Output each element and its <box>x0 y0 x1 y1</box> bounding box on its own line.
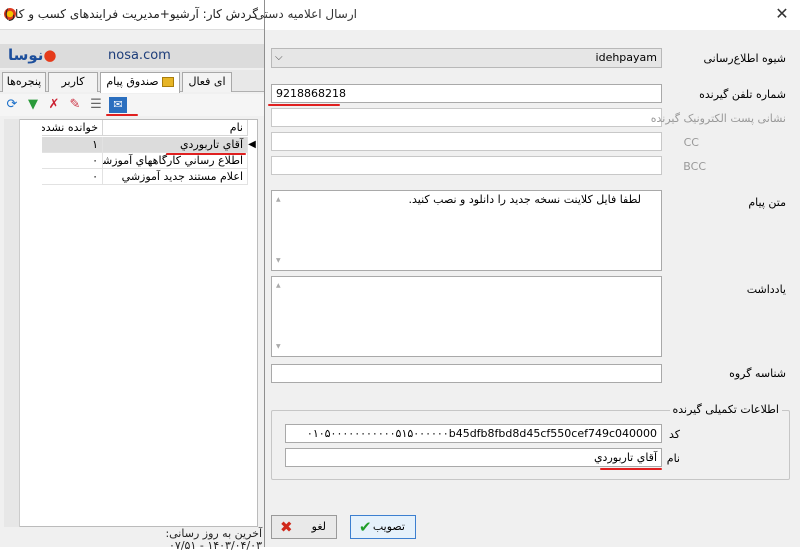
column-header-name[interactable]: نام <box>103 120 248 136</box>
grid-scrollbar[interactable] <box>4 119 20 527</box>
clear-filter-icon[interactable]: ✗ <box>46 97 62 113</box>
filter-icon[interactable]: ▼ <box>25 97 41 113</box>
grid-cell-name[interactable]: اطلاع رساني كارگاههاي آموزشي <box>103 153 248 169</box>
channel-select[interactable]: ⌵ idehpayam <box>271 48 662 68</box>
grid-cell-name[interactable]: اعلام مستند جديد آموزشي <box>103 169 248 185</box>
email-field[interactable] <box>271 108 662 127</box>
last-update-value: ۱۴۰۳/۰۴/۰۳ - ۰۷/۵۱ <box>169 539 262 552</box>
edit-icon[interactable]: ✎ <box>67 97 83 113</box>
annotation-underline-name <box>600 468 662 470</box>
row-indicator-icon: ◀ <box>248 139 256 150</box>
grid-cell-unread[interactable]: ۰ <box>42 153 103 169</box>
bcc-label: BCC <box>683 160 706 173</box>
bcc-field[interactable] <box>271 156 662 175</box>
grid-cell-unread[interactable]: ۱ <box>42 137 103 153</box>
message-textarea[interactable]: لطفا فایل کلاینت نسخه جدید را دانلود و ن… <box>271 190 662 271</box>
dialog-title: ارسال اعلامیه دستی <box>254 7 357 21</box>
email-label: نشانی پست الکترونیک گیرنده <box>650 112 786 125</box>
message-scrollbar[interactable] <box>274 193 286 268</box>
tab-user[interactable]: کاربر <box>48 72 98 92</box>
group-id-label: شناسه گروه <box>729 367 786 380</box>
nosa-logo: ●نوسا <box>8 46 57 64</box>
cancel-button-label: لغو <box>311 520 326 533</box>
tab-message-box-label: صندوق پیام <box>106 75 159 88</box>
cc-label: CC <box>683 136 699 149</box>
grid-cell-name[interactable]: آقاي تاربوردي <box>103 137 248 153</box>
annotation-underline-toolbar <box>106 114 138 116</box>
approve-button[interactable]: ✔ تصویب <box>350 515 416 539</box>
message-label: متن پیام <box>748 196 786 209</box>
cancel-button[interactable]: ✖ لغو <box>271 515 337 539</box>
note-scrollbar[interactable] <box>274 279 286 354</box>
inbox-icon <box>161 77 174 87</box>
close-x-icon: ✖ <box>280 518 293 536</box>
channel-value: idehpayam <box>595 51 657 64</box>
recipient-extra-info-group <box>271 410 790 480</box>
list-icon[interactable]: ☰ <box>88 97 104 113</box>
group-id-field[interactable] <box>271 364 662 383</box>
message-text: لطفا فایل کلاینت نسخه جدید را دانلود و ن… <box>408 193 642 206</box>
last-update-status: آخرین به روز رسانی: ۱۴۰۳/۰۴/۰۳ - ۰۷/۵۱ <box>128 528 262 552</box>
channel-label: شیوه اطلاع‌رسانی <box>703 52 786 65</box>
approve-button-label: تصویب <box>372 520 405 533</box>
tab-active-items[interactable]: ای فعال <box>182 72 232 92</box>
recipient-code-field[interactable]: ۰۱۰۵۰۰۰۰۰۰۰۰۰۰۰۵۱۵۰۰۰۰۰۰b45dfb8fbd8d45cf… <box>285 424 662 443</box>
check-icon: ✔ <box>359 518 372 536</box>
cc-field[interactable] <box>271 132 662 151</box>
phone-label: شماره تلفن گیرنده <box>699 88 786 101</box>
recipient-extra-info-title: اطلاعات تکمیلی گیرنده <box>669 403 782 416</box>
annotation-underline-phone <box>268 104 340 106</box>
site-name: nosa.com <box>108 48 171 63</box>
close-icon[interactable]: ✕ <box>771 4 793 24</box>
recipient-code-label: کد <box>668 428 680 441</box>
recipient-name-field[interactable]: آقاي تاربوردي <box>285 448 662 467</box>
app-title-bar: گردش کار: آرشیو+مدیریت فرایندهای کسب و ک… <box>0 0 264 30</box>
column-header-unread[interactable]: خوانده نشده <box>42 120 103 136</box>
tab-message-box[interactable]: صندوق پیام <box>100 72 180 93</box>
note-textarea[interactable] <box>271 276 662 357</box>
note-label: یادداشت <box>746 283 786 296</box>
refresh-icon[interactable]: ⟳ <box>4 97 20 113</box>
app-title: گردش کار: آرشیو+مدیریت فرایندهای کسب و ک… <box>0 7 258 21</box>
recipient-name-label: نام <box>666 452 680 465</box>
grid-cell-unread[interactable]: ۰ <box>42 169 103 185</box>
phone-field[interactable]: 9218868218 <box>271 84 662 103</box>
tab-windows[interactable]: پنجره‌ها <box>2 72 46 92</box>
chevron-down-icon[interactable]: ⌵ <box>275 49 283 67</box>
send-notification-icon[interactable]: ✉ <box>109 97 127 113</box>
annotation-underline-row <box>166 153 246 155</box>
dialog-title-bar: ارسال اعلامیه دستی <box>255 0 800 30</box>
